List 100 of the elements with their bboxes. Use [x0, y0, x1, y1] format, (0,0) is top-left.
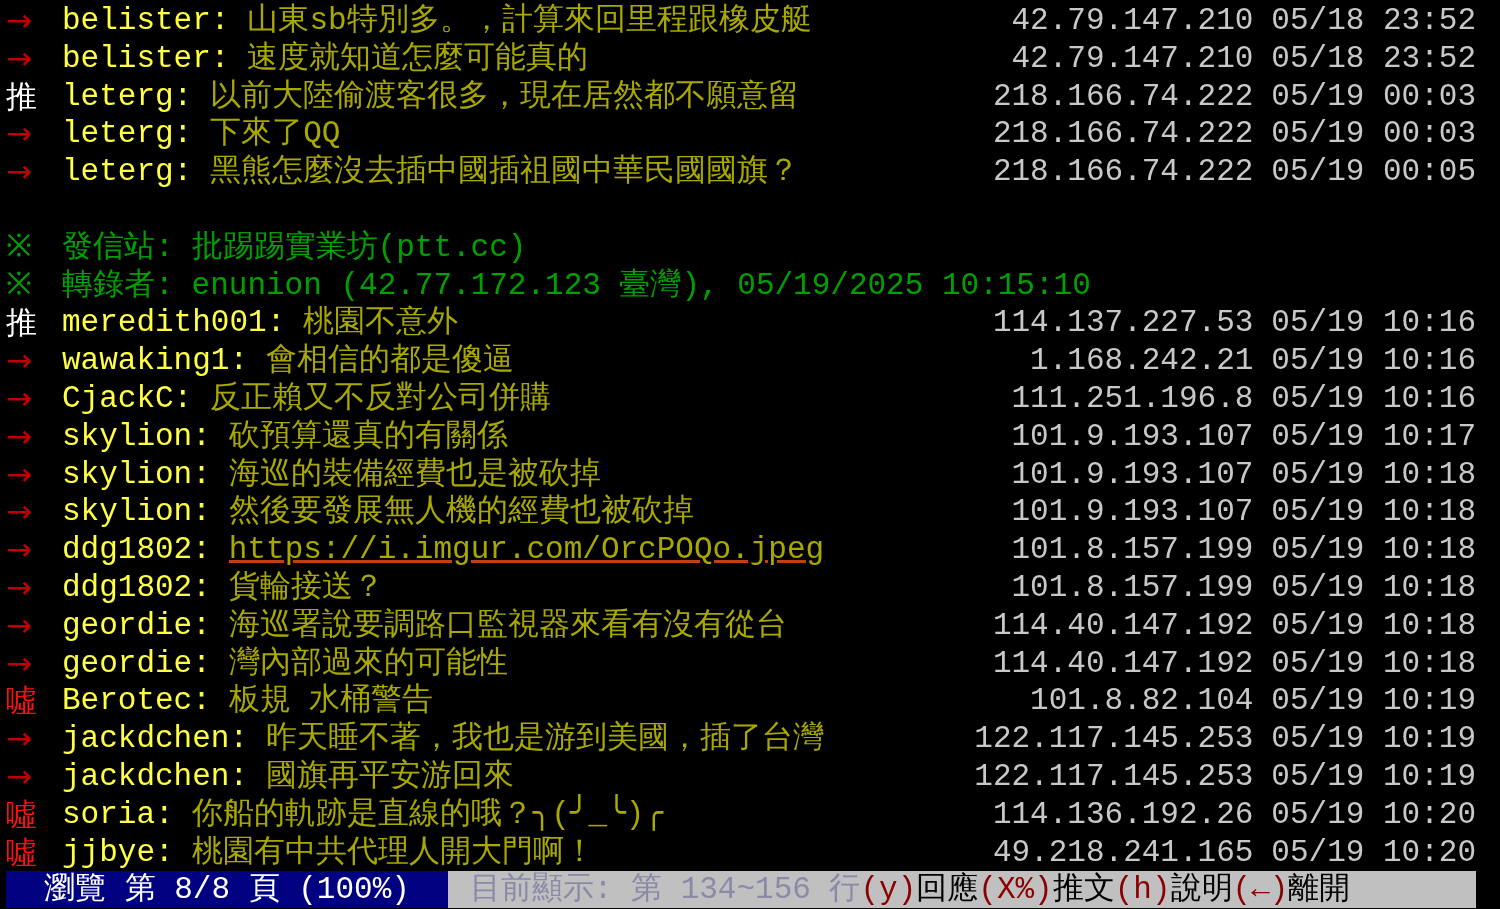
comment-ip: 101.8.157.199 — [1011, 568, 1254, 607]
push-tag: → — [6, 757, 46, 796]
comment-time: 05/19 00:03 — [1271, 115, 1476, 154]
command-label: 推文 — [1052, 870, 1115, 909]
comment-text: 海巡署說要調路口監視器來看有沒有從台 — [228, 606, 787, 645]
push-tag: → — [6, 115, 46, 154]
comment-time: 05/19 10:18 — [1271, 568, 1476, 607]
comment-text: 會相信的都是傻逼 — [266, 342, 515, 380]
comment-text: 你船的軌跡是直線的哦？╮(╯_╰)╭ — [191, 795, 664, 834]
comment-ip: 101.9.193.107 — [1011, 455, 1254, 494]
comment-time: 05/19 10:20 — [1271, 833, 1476, 872]
comment-text: 貨輪接送？ — [228, 568, 384, 607]
comment-text: 速度就知道怎麼可能真的 — [247, 39, 589, 78]
push-tag: 噓 — [6, 833, 46, 872]
push-tag: → — [6, 644, 46, 683]
comment-time: 05/19 10:18 — [1271, 493, 1476, 532]
comment-ip: 101.8.157.199 — [1011, 531, 1254, 569]
comment-author: soria: — [62, 795, 174, 834]
comment-time: 05/19 10:18 — [1271, 606, 1476, 645]
comment-time: 05/18 23:52 — [1271, 39, 1476, 78]
push-tag: → — [6, 606, 46, 645]
command-label: 離開 — [1288, 870, 1351, 909]
signature-label: 轉錄者: — [62, 266, 174, 305]
comment-text: 下來了QQ — [210, 115, 341, 154]
comment-ip: 111.251.196.8 — [1011, 379, 1254, 418]
comment-time: 05/19 00:03 — [1271, 77, 1476, 116]
comment-author: jackdchen: — [62, 757, 249, 796]
comment-author: Berotec: — [62, 682, 211, 721]
comment-text: 黑熊怎麼沒去插中國插祖國中華民國國旗？ — [210, 153, 800, 191]
comment-author: ddg1802: — [62, 531, 211, 569]
comment-time: 05/19 10:18 — [1271, 531, 1476, 569]
comment-author: geordie: — [62, 644, 211, 683]
comment-ip: 114.40.147.192 — [992, 606, 1254, 645]
comment-ip: 101.9.193.107 — [1011, 493, 1254, 532]
comment-author: geordie: — [62, 606, 211, 645]
comment-author: leterg: — [62, 77, 193, 116]
push-tag: → — [6, 342, 46, 380]
push-tag: → — [6, 493, 46, 532]
comment-text: 灣內部過來的可能性 — [228, 644, 508, 683]
comment-ip: 218.166.74.222 — [992, 115, 1254, 154]
comment-text: 砍預算還真的有關係 — [228, 417, 508, 456]
comment-author: meredith001: — [62, 304, 286, 343]
comment-text: 山東sb特別多。，計算來回里程跟橡皮艇 — [247, 2, 812, 40]
comment-text: 昨天睡不著，我也是游到美國，插了台灣 — [266, 720, 825, 758]
comment-time: 05/18 23:52 — [1271, 2, 1476, 40]
comment-text: 反正賴又不反對公司併購 — [210, 379, 552, 418]
comment-author: CjackC: — [62, 379, 193, 418]
command-key: (h) — [1114, 870, 1171, 909]
command-label: 回應 — [916, 870, 979, 909]
comment-time: 05/19 10:18 — [1271, 455, 1476, 494]
comment-time: 05/19 10:19 — [1271, 682, 1476, 721]
signature-value: 批踢踢實業坊(ptt.cc) — [191, 228, 527, 267]
comment-link[interactable]: https://i.imgur.com/OrcPOQo.jpeg — [228, 531, 825, 569]
comment-time: 05/19 10:16 — [1271, 304, 1476, 343]
comment-ip: 218.166.74.222 — [992, 153, 1254, 191]
comment-author: skylion: — [62, 493, 211, 532]
comment-text: 桃園不意外 — [303, 304, 459, 343]
comment-ip: 49.218.241.165 — [992, 833, 1254, 872]
command-key: (X%) — [978, 870, 1053, 909]
comment-text: 板規 水桶警告 — [228, 682, 434, 721]
push-tag: → — [6, 2, 46, 40]
push-tag: 噓 — [6, 795, 46, 834]
push-tag: → — [6, 39, 46, 78]
comment-time: 05/19 10:16 — [1271, 379, 1476, 418]
comment-time: 05/19 00:05 — [1271, 153, 1476, 191]
comment-ip: 101.9.193.107 — [1011, 417, 1254, 456]
command-key: (y) — [860, 870, 917, 909]
comment-author: belister: — [62, 39, 230, 78]
push-tag: → — [6, 417, 46, 456]
comment-ip: 122.117.145.253 — [974, 720, 1254, 758]
comment-ip: 122.117.145.253 — [974, 757, 1254, 796]
comment-author: leterg: — [62, 115, 193, 154]
comment-author: jjbye: — [62, 833, 174, 872]
push-tag: 噓 — [6, 682, 46, 721]
comment-ip: 114.137.227.53 — [992, 304, 1254, 343]
comment-time: 05/19 10:19 — [1271, 720, 1476, 758]
push-tag: → — [6, 455, 46, 494]
reference-mark: ※ — [6, 228, 33, 267]
comment-author: ddg1802: — [62, 568, 211, 607]
command-key: (←) — [1232, 870, 1289, 909]
comment-text: 國旗再平安游回來 — [266, 757, 515, 796]
comment-time: 05/19 10:17 — [1271, 417, 1476, 456]
comment-ip: 101.8.82.104 — [1030, 682, 1254, 721]
push-tag: → — [6, 531, 46, 569]
comment-ip: 42.79.147.210 — [1011, 39, 1254, 78]
comment-ip: 1.168.242.21 — [1030, 342, 1254, 380]
comment-time: 05/19 10:20 — [1271, 795, 1476, 834]
signature-value: enunion (42.77.172.123 臺灣), 05/19/2025 10:15:10 — [191, 266, 1091, 305]
comment-text: 桃園有中共代理人開大門啊！ — [191, 833, 595, 872]
page-indicator: 瀏覽 第 8/8 頁 (100%) — [6, 871, 448, 909]
comment-ip: 114.40.147.192 — [992, 644, 1254, 683]
reference-mark: ※ — [6, 266, 33, 305]
comment-time: 05/19 10:16 — [1271, 342, 1476, 380]
push-tag: → — [6, 379, 46, 418]
comment-text: 然後要發展無人機的經費也被砍掉 — [228, 493, 694, 532]
comment-author: skylion: — [62, 455, 211, 494]
comment-time: 05/19 10:19 — [1271, 757, 1476, 796]
comment-text: 海巡的裝備經費也是被砍掉 — [228, 455, 601, 494]
comment-ip: 114.136.192.26 — [992, 795, 1254, 834]
comment-text: 以前大陸偷渡客很多，現在居然都不願意留 — [210, 77, 800, 116]
